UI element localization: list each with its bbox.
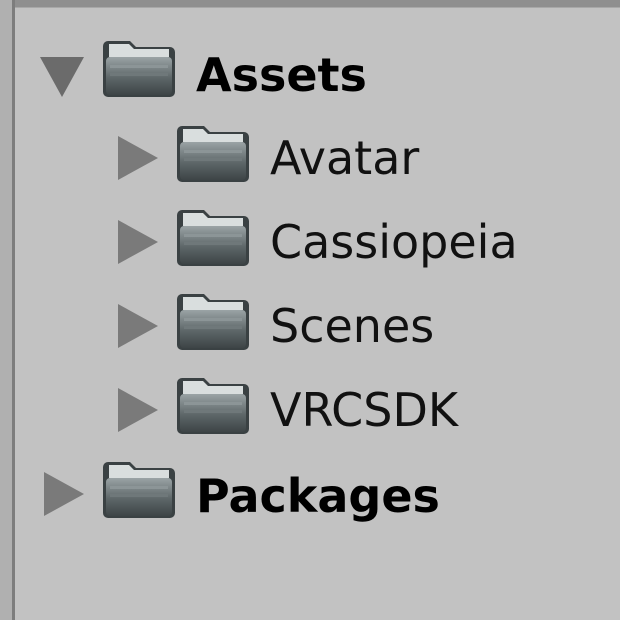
expand-arrow-right-icon[interactable] bbox=[118, 136, 158, 180]
expand-arrow-right-icon[interactable] bbox=[44, 472, 84, 516]
expand-arrow-right-icon[interactable] bbox=[118, 304, 158, 348]
tree-label-avatar: Avatar bbox=[270, 131, 420, 185]
tree-row-scenes[interactable]: Scenes bbox=[0, 288, 620, 368]
project-folder-tree: Assets Avatar Cassiopeia Scenes VRCSDK P… bbox=[0, 0, 620, 620]
tree-label-scenes: Scenes bbox=[270, 299, 435, 353]
tree-label-packages: Packages bbox=[196, 469, 440, 523]
expand-arrow-right-icon[interactable] bbox=[118, 220, 158, 264]
expand-arrow-down-icon[interactable] bbox=[40, 57, 84, 97]
tree-row-avatar[interactable]: Avatar bbox=[0, 120, 620, 200]
tree-label-cassiopeia: Cassiopeia bbox=[270, 215, 518, 269]
folder-icon bbox=[103, 462, 175, 518]
tree-label-vrcsdk: VRCSDK bbox=[270, 383, 459, 437]
expand-arrow-right-icon[interactable] bbox=[118, 388, 158, 432]
folder-icon bbox=[177, 378, 249, 434]
folder-icon bbox=[177, 126, 249, 182]
tree-row-packages[interactable]: Packages bbox=[0, 456, 620, 536]
tree-label-assets: Assets bbox=[196, 48, 367, 102]
tree-row-assets[interactable]: Assets bbox=[0, 35, 620, 115]
folder-icon bbox=[177, 210, 249, 266]
folder-icon bbox=[177, 294, 249, 350]
folder-icon bbox=[103, 41, 175, 97]
tree-row-cassiopeia[interactable]: Cassiopeia bbox=[0, 204, 620, 284]
tree-row-vrcsdk[interactable]: VRCSDK bbox=[0, 372, 620, 452]
